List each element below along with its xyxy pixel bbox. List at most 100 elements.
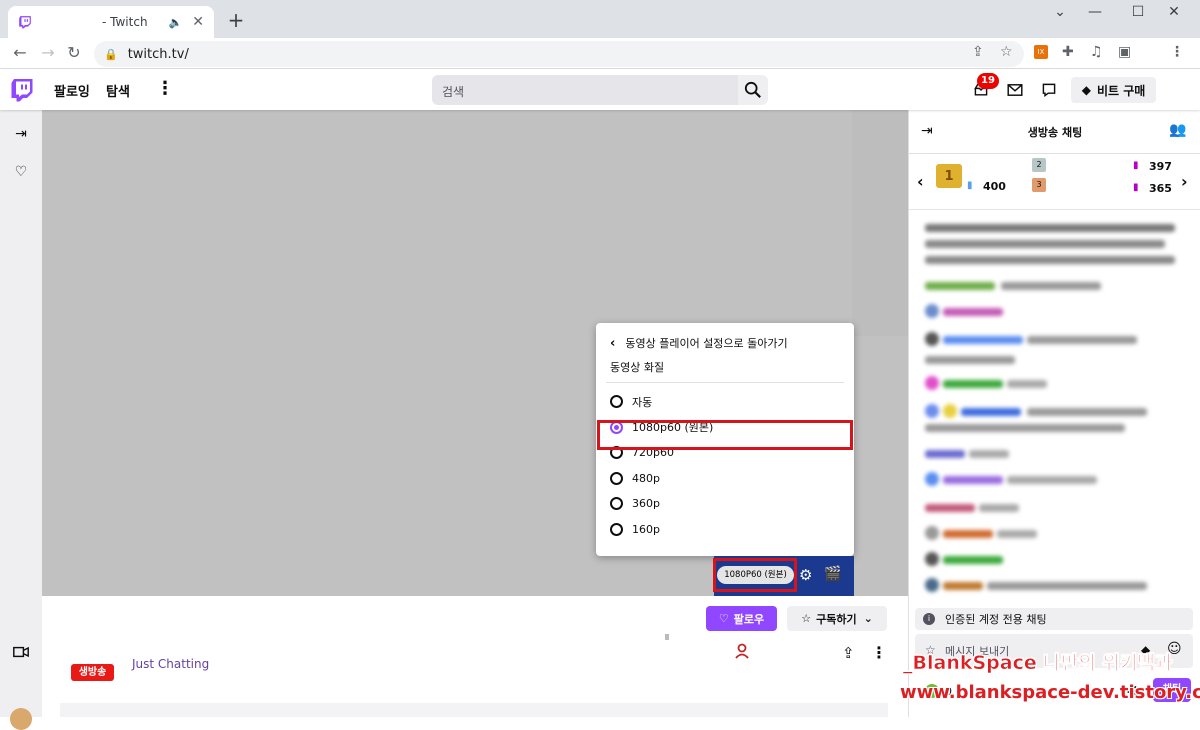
- search-button[interactable]: [738, 75, 768, 105]
- verified-only-notice: i 인증된 계정 전용 채팅: [915, 608, 1193, 630]
- radio-button[interactable]: [610, 395, 623, 409]
- category-link[interactable]: Just Chatting: [132, 657, 209, 671]
- back-label: 동영상 플레이어 설정으로 돌아가기: [625, 337, 788, 350]
- page-bottom-section: [60, 703, 888, 717]
- gift-count: 365: [1149, 182, 1172, 195]
- browser-tab[interactable]: - Twitch 🔈 ✕: [8, 6, 214, 38]
- blog-watermark-url: www.blankspace-dev.tistory.com: [900, 682, 1200, 703]
- subscribe-label: 구독하기: [816, 612, 857, 626]
- quality-option-360p[interactable]: 360p: [606, 491, 844, 517]
- chevron-left-icon: ‹: [610, 335, 616, 351]
- quality-option-auto[interactable]: 자동: [606, 389, 844, 415]
- gold-gift-icon: 1: [936, 164, 962, 188]
- browser-menu-icon[interactable]: ⋮: [1170, 44, 1184, 60]
- forward-arrow-icon[interactable]: →: [38, 43, 58, 62]
- bookmark-star-icon[interactable]: ☆: [1000, 44, 1013, 60]
- tab-search-icon[interactable]: ⌄: [1046, 4, 1074, 20]
- quality-pill-highlight: [713, 558, 797, 592]
- speaker-icon[interactable]: 🔈: [169, 16, 183, 29]
- url-text: twitch.tv/: [127, 46, 189, 62]
- back-to-settings-button[interactable]: ‹ 동영상 플레이어 설정으로 돌아가기: [606, 333, 844, 353]
- option-label: 자동: [632, 395, 653, 409]
- video-frame-strip: [852, 110, 908, 336]
- selected-quality-highlight: [597, 420, 853, 450]
- video-camera-icon[interactable]: [11, 642, 31, 662]
- gift-count: 397: [1149, 160, 1172, 173]
- live-badge: 생방송: [71, 664, 114, 681]
- option-label: 480p: [632, 471, 660, 485]
- bits-label: 비트 구매: [1096, 83, 1146, 98]
- back-arrow-icon[interactable]: ←: [10, 43, 30, 62]
- more-options-icon[interactable]: ⋮: [871, 643, 887, 662]
- nav-browse[interactable]: 탐색: [106, 81, 130, 100]
- gift-icon: ▮: [967, 180, 973, 191]
- chat-bubble-icon[interactable]: [1039, 80, 1059, 100]
- avatar[interactable]: [10, 708, 32, 730]
- quality-heading: 동영상 화질: [606, 359, 844, 383]
- chat-title: 생방송 채팅: [1027, 126, 1083, 139]
- gift-leaderboard: ‹ 1 ▮ 400 2 3 ▮ 397 ▮ 365 ›: [909, 154, 1200, 210]
- bronze-gift-icon: 3: [1032, 178, 1046, 192]
- community-users-icon[interactable]: 👥: [1169, 122, 1186, 138]
- followed-heart-icon[interactable]: ♡: [11, 162, 31, 182]
- scroll-indicator: [665, 634, 669, 640]
- chevron-left-icon[interactable]: ‹: [917, 172, 924, 191]
- info-icon: i: [923, 613, 935, 625]
- address-bar[interactable]: 🔒 twitch.tv/: [94, 41, 1024, 67]
- close-window-button[interactable]: ✕: [1160, 4, 1188, 20]
- search-icon: [744, 81, 761, 98]
- reload-icon[interactable]: ↻: [64, 43, 84, 62]
- gift-icon: ▮: [1133, 160, 1139, 171]
- share-icon[interactable]: ⇪: [972, 44, 984, 60]
- maximize-button[interactable]: ☐: [1124, 4, 1152, 20]
- follow-label: 팔로우: [733, 612, 765, 626]
- star-icon: ☆: [801, 612, 812, 625]
- extension-icon[interactable]: IX: [1034, 45, 1048, 59]
- chevron-right-icon[interactable]: ›: [1181, 172, 1188, 191]
- twitch-top-nav: 팔로잉 탐색 ⋮ 검색 19 ◆ 비트 구매: [0, 69, 1200, 110]
- option-label: 360p: [632, 497, 660, 511]
- left-sidebar: ⇥ ♡: [0, 110, 42, 730]
- viewer-person-icon: [735, 643, 749, 663]
- more-menu-icon[interactable]: ⋮: [156, 78, 174, 99]
- browser-tab-strip: - Twitch 🔈 ✕ + ⌄ — ☐ ✕: [0, 0, 1200, 38]
- nav-following[interactable]: 팔로잉: [54, 81, 90, 100]
- gift-count: 400: [983, 180, 1006, 193]
- search-input[interactable]: 검색: [432, 75, 738, 105]
- chevron-down-icon: ⌄: [863, 612, 873, 625]
- bits-diamond-icon: ◆: [1081, 83, 1091, 97]
- media-control-icon[interactable]: ♫: [1090, 44, 1103, 60]
- radio-button[interactable]: [610, 522, 623, 536]
- subscribe-button[interactable]: ☆ 구독하기 ⌄: [787, 606, 887, 631]
- silver-gift-icon: 2: [1032, 158, 1046, 172]
- whispers-mail-icon[interactable]: [1005, 80, 1025, 100]
- get-bits-button[interactable]: ◆ 비트 구매: [1071, 77, 1156, 103]
- settings-gear-icon[interactable]: ⚙: [799, 566, 812, 584]
- twitch-logo-icon[interactable]: [10, 78, 34, 102]
- browser-toolbar: ← → ↻ 🔒 twitch.tv/ ⇪ ☆ IX ✚ ♫ ▣ ⋮: [0, 38, 1200, 69]
- chat-panel: ⇥ 생방송 채팅 👥 ‹ 1 ▮ 400 2 3 ▮ 397 ▮ 365 › i: [908, 110, 1200, 717]
- lock-icon: 🔒: [104, 47, 118, 61]
- video-player[interactable]: ‹ 동영상 플레이어 설정으로 돌아가기 동영상 화질 자동 1080p60 (…: [42, 110, 908, 596]
- blog-watermark-title: _BlankSpace 나만의 위키백과: [903, 652, 1173, 675]
- minimize-button[interactable]: —: [1081, 4, 1109, 20]
- blurred-chat-messages: [921, 214, 1189, 704]
- heart-icon: ♡: [718, 612, 729, 625]
- chat-header: ⇥ 생방송 채팅 👥: [909, 110, 1200, 154]
- notification-count-badge: 19: [977, 73, 999, 89]
- quality-option-480p[interactable]: 480p: [606, 466, 844, 492]
- clip-icon[interactable]: 🎬: [824, 566, 841, 582]
- side-panel-icon[interactable]: ▣: [1118, 44, 1131, 60]
- expand-sidebar-icon[interactable]: ⇥: [11, 124, 31, 144]
- extensions-puzzle-icon[interactable]: ✚: [1062, 44, 1074, 60]
- new-tab-button[interactable]: +: [226, 8, 246, 32]
- share-icon[interactable]: ⇪: [842, 644, 855, 662]
- follow-button[interactable]: ♡ 팔로우: [706, 606, 777, 631]
- gift-icon: ▮: [1133, 182, 1139, 193]
- quality-option-160p[interactable]: 160p: [606, 517, 844, 543]
- radio-button[interactable]: [610, 497, 623, 511]
- radio-button[interactable]: [610, 471, 623, 485]
- close-icon[interactable]: ✕: [192, 14, 204, 30]
- twitch-favicon-icon: [19, 16, 31, 29]
- option-label: 160p: [632, 522, 660, 536]
